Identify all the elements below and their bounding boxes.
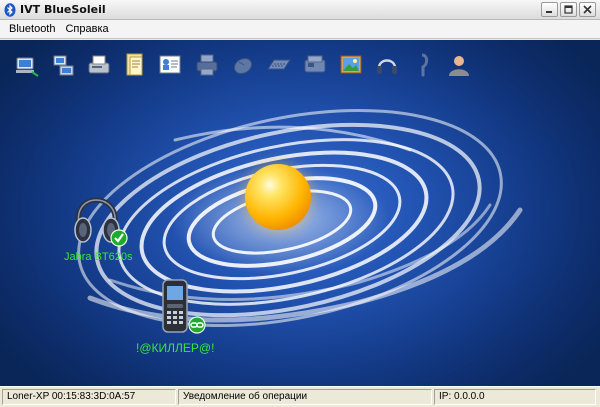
dial-up-networking-icon[interactable] (48, 50, 78, 80)
file-transfer-icon[interactable] (120, 50, 150, 80)
title-bar[interactable]: IVT BlueSoleil (0, 0, 600, 20)
printer-icon[interactable] (192, 50, 222, 80)
close-button[interactable] (579, 2, 596, 17)
window-title: IVT BlueSoleil (20, 3, 106, 16)
status-bar: Loner-XP 00:15:83:3D:0A:57 Уведомление о… (0, 386, 600, 407)
minimize-icon (546, 11, 552, 13)
minimize-button[interactable] (541, 2, 558, 17)
menu-bar: Bluetooth Справка (0, 20, 600, 39)
personal-area-network-icon[interactable] (408, 50, 438, 80)
mobile-phone-icon (162, 279, 206, 334)
fax-icon[interactable] (84, 50, 114, 80)
menu-help[interactable]: Справка (60, 21, 113, 37)
mouse-icon[interactable] (228, 50, 258, 80)
link-badge-icon (188, 316, 206, 334)
menu-bluetooth[interactable]: Bluetooth (4, 21, 60, 37)
headphones-icon (74, 197, 128, 247)
connected-check-icon (110, 229, 128, 247)
bluetooth-icon (3, 2, 17, 17)
maximize-icon (564, 5, 573, 14)
device-label: Jabra BT620s (64, 251, 133, 263)
pim-sync-icon[interactable] (300, 50, 330, 80)
business-card-icon[interactable] (156, 50, 186, 80)
bluesoleil-window: IVT BlueSoleil Bluetooth Справка Jabra B… (0, 0, 600, 407)
service-toolbar (12, 50, 474, 80)
headset-icon[interactable] (372, 50, 402, 80)
status-notification: Уведомление об операции (178, 389, 432, 405)
status-local-device: Loner-XP 00:15:83:3D:0A:57 (2, 389, 176, 405)
close-icon (583, 5, 592, 14)
device-label: !@КИЛЛЕР@! (136, 341, 215, 355)
device-phone[interactable]: !@КИЛЛЕР@! (136, 278, 214, 355)
contact-icon[interactable] (444, 50, 474, 80)
maximize-button[interactable] (560, 2, 577, 17)
device-map-canvas[interactable]: Jabra BT620s !@КИЛЛЕР@! (0, 40, 600, 386)
network-access-icon[interactable] (12, 50, 42, 80)
local-device-sphere[interactable] (245, 164, 311, 230)
status-ip: IP: 0.0.0.0 (434, 389, 596, 405)
device-headphones[interactable]: Jabra BT620s (64, 186, 132, 263)
keyboard-icon[interactable] (264, 50, 294, 80)
picture-transfer-icon[interactable] (336, 50, 366, 80)
